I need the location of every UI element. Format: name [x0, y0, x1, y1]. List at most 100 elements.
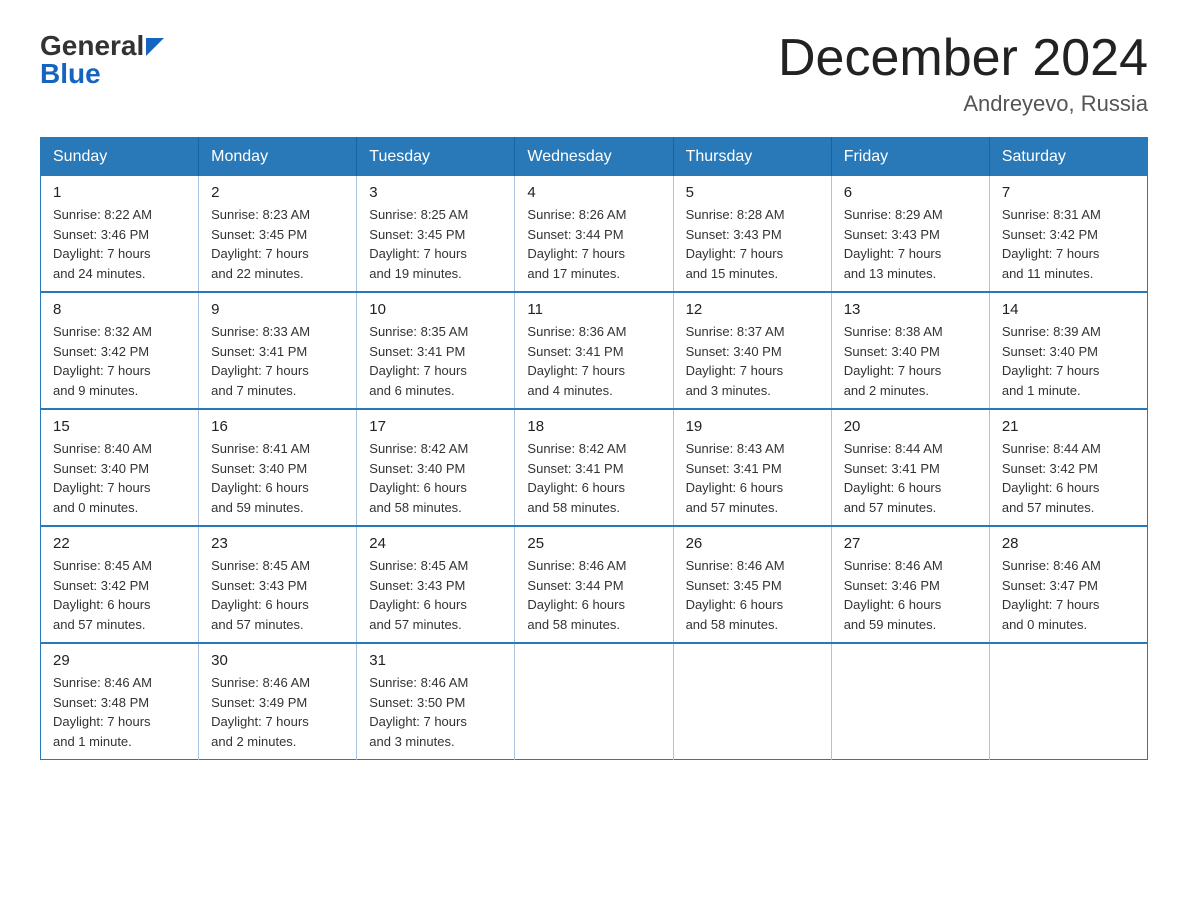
day-info: Sunrise: 8:33 AM Sunset: 3:41 PM Dayligh… [211, 322, 344, 400]
header-cell-monday: Monday [199, 138, 357, 177]
day-cell [673, 643, 831, 760]
logo-triangle-icon [146, 38, 164, 56]
day-info: Sunrise: 8:25 AM Sunset: 3:45 PM Dayligh… [369, 205, 502, 283]
day-cell: 29 Sunrise: 8:46 AM Sunset: 3:48 PM Dayli… [41, 643, 199, 760]
month-title: December 2024 [778, 30, 1148, 87]
day-info: Sunrise: 8:41 AM Sunset: 3:40 PM Dayligh… [211, 439, 344, 517]
day-number: 28 [1002, 535, 1135, 552]
day-cell: 14 Sunrise: 8:39 AM Sunset: 3:40 PM Dayli… [989, 292, 1147, 409]
week-row-3: 15 Sunrise: 8:40 AM Sunset: 3:40 PM Dayli… [41, 409, 1148, 526]
day-info: Sunrise: 8:22 AM Sunset: 3:46 PM Dayligh… [53, 205, 186, 283]
day-cell: 2Sunrise: 8:23 AM Sunset: 3:45 PM Daylig… [199, 176, 357, 292]
header-row: SundayMondayTuesdayWednesdayThursdayFrid… [41, 138, 1148, 177]
day-number: 16 [211, 418, 344, 435]
day-info: Sunrise: 8:46 AM Sunset: 3:47 PM Dayligh… [1002, 556, 1135, 634]
day-cell: 3 Sunrise: 8:25 AM Sunset: 3:45 PM Daylig… [357, 176, 515, 292]
day-cell [831, 643, 989, 760]
day-cell: 18 Sunrise: 8:42 AM Sunset: 3:41 PM Dayli… [515, 409, 673, 526]
day-number: 21 [1002, 418, 1135, 435]
day-cell: 20Sunrise: 8:44 AM Sunset: 3:41 PM Dayli… [831, 409, 989, 526]
week-row-2: 8 Sunrise: 8:32 AM Sunset: 3:42 PM Daylig… [41, 292, 1148, 409]
day-number: 17 [369, 418, 502, 435]
day-cell: 13Sunrise: 8:38 AM Sunset: 3:40 PM Dayli… [831, 292, 989, 409]
logo-blue-text: Blue [40, 58, 101, 90]
day-cell: 9 Sunrise: 8:33 AM Sunset: 3:41 PM Daylig… [199, 292, 357, 409]
day-number: 1 [53, 184, 186, 201]
day-info: Sunrise: 8:28 AM Sunset: 3:43 PM Dayligh… [686, 205, 819, 283]
day-number: 25 [527, 535, 660, 552]
day-info: Sunrise: 8:45 AM Sunset: 3:42 PM Dayligh… [53, 556, 186, 634]
day-cell: 10 Sunrise: 8:35 AM Sunset: 3:41 PM Dayli… [357, 292, 515, 409]
day-info: Sunrise: 8:44 AM Sunset: 3:42 PM Dayligh… [1002, 439, 1135, 517]
day-info: Sunrise: 8:23 AM Sunset: 3:45 PM Dayligh… [211, 205, 344, 283]
day-number: 14 [1002, 301, 1135, 318]
day-number: 7 [1002, 184, 1135, 201]
day-number: 8 [53, 301, 186, 318]
day-info: Sunrise: 8:42 AM Sunset: 3:41 PM Dayligh… [527, 439, 660, 517]
day-info: Sunrise: 8:31 AM Sunset: 3:42 PM Dayligh… [1002, 205, 1135, 283]
day-cell [515, 643, 673, 760]
day-info: Sunrise: 8:29 AM Sunset: 3:43 PM Dayligh… [844, 205, 977, 283]
day-number: 3 [369, 184, 502, 201]
day-number: 6 [844, 184, 977, 201]
day-number: 24 [369, 535, 502, 552]
day-number: 26 [686, 535, 819, 552]
day-cell: 15 Sunrise: 8:40 AM Sunset: 3:40 PM Dayli… [41, 409, 199, 526]
day-info: Sunrise: 8:44 AM Sunset: 3:41 PM Dayligh… [844, 439, 977, 517]
day-cell: 31Sunrise: 8:46 AM Sunset: 3:50 PM Dayli… [357, 643, 515, 760]
day-number: 9 [211, 301, 344, 318]
day-info: Sunrise: 8:46 AM Sunset: 3:49 PM Dayligh… [211, 673, 344, 751]
day-info: Sunrise: 8:45 AM Sunset: 3:43 PM Dayligh… [211, 556, 344, 634]
day-cell: 4 Sunrise: 8:26 AM Sunset: 3:44 PM Daylig… [515, 176, 673, 292]
day-cell [989, 643, 1147, 760]
day-cell: 11Sunrise: 8:36 AM Sunset: 3:41 PM Dayli… [515, 292, 673, 409]
location-label: Andreyevo, Russia [778, 91, 1148, 117]
day-info: Sunrise: 8:37 AM Sunset: 3:40 PM Dayligh… [686, 322, 819, 400]
day-number: 29 [53, 652, 186, 669]
day-cell: 17Sunrise: 8:42 AM Sunset: 3:40 PM Dayli… [357, 409, 515, 526]
day-number: 12 [686, 301, 819, 318]
header-cell-sunday: Sunday [41, 138, 199, 177]
day-info: Sunrise: 8:35 AM Sunset: 3:41 PM Dayligh… [369, 322, 502, 400]
day-cell: 19 Sunrise: 8:43 AM Sunset: 3:41 PM Dayli… [673, 409, 831, 526]
day-cell: 25 Sunrise: 8:46 AM Sunset: 3:44 PM Dayli… [515, 526, 673, 643]
day-number: 19 [686, 418, 819, 435]
day-number: 18 [527, 418, 660, 435]
day-number: 30 [211, 652, 344, 669]
day-info: Sunrise: 8:40 AM Sunset: 3:40 PM Dayligh… [53, 439, 186, 517]
day-info: Sunrise: 8:38 AM Sunset: 3:40 PM Dayligh… [844, 322, 977, 400]
day-cell: 5Sunrise: 8:28 AM Sunset: 3:43 PM Daylig… [673, 176, 831, 292]
day-number: 4 [527, 184, 660, 201]
day-cell: 21 Sunrise: 8:44 AM Sunset: 3:42 PM Dayli… [989, 409, 1147, 526]
calendar-table: SundayMondayTuesdayWednesdayThursdayFrid… [40, 137, 1148, 760]
day-info: Sunrise: 8:46 AM Sunset: 3:48 PM Dayligh… [53, 673, 186, 751]
day-cell: 12 Sunrise: 8:37 AM Sunset: 3:40 PM Dayli… [673, 292, 831, 409]
day-info: Sunrise: 8:45 AM Sunset: 3:43 PM Dayligh… [369, 556, 502, 634]
title-area: December 2024 Andreyevo, Russia [778, 30, 1148, 117]
day-number: 15 [53, 418, 186, 435]
day-cell: 28 Sunrise: 8:46 AM Sunset: 3:47 PM Dayli… [989, 526, 1147, 643]
day-number: 31 [369, 652, 502, 669]
day-cell: 7 Sunrise: 8:31 AM Sunset: 3:42 PM Daylig… [989, 176, 1147, 292]
header-cell-thursday: Thursday [673, 138, 831, 177]
day-info: Sunrise: 8:46 AM Sunset: 3:45 PM Dayligh… [686, 556, 819, 634]
day-info: Sunrise: 8:32 AM Sunset: 3:42 PM Dayligh… [53, 322, 186, 400]
day-cell: 1 Sunrise: 8:22 AM Sunset: 3:46 PM Daylig… [41, 176, 199, 292]
day-cell: 6 Sunrise: 8:29 AM Sunset: 3:43 PM Daylig… [831, 176, 989, 292]
day-info: Sunrise: 8:39 AM Sunset: 3:40 PM Dayligh… [1002, 322, 1135, 400]
day-cell: 24 Sunrise: 8:45 AM Sunset: 3:43 PM Dayli… [357, 526, 515, 643]
day-cell: 30 Sunrise: 8:46 AM Sunset: 3:49 PM Dayli… [199, 643, 357, 760]
day-info: Sunrise: 8:46 AM Sunset: 3:46 PM Dayligh… [844, 556, 977, 634]
day-number: 27 [844, 535, 977, 552]
day-cell: 27 Sunrise: 8:46 AM Sunset: 3:46 PM Dayli… [831, 526, 989, 643]
calendar-body: 1 Sunrise: 8:22 AM Sunset: 3:46 PM Daylig… [41, 176, 1148, 760]
week-row-1: 1 Sunrise: 8:22 AM Sunset: 3:46 PM Daylig… [41, 176, 1148, 292]
day-number: 11 [527, 301, 660, 318]
day-number: 10 [369, 301, 502, 318]
day-info: Sunrise: 8:26 AM Sunset: 3:44 PM Dayligh… [527, 205, 660, 283]
day-info: Sunrise: 8:43 AM Sunset: 3:41 PM Dayligh… [686, 439, 819, 517]
day-cell: 26 Sunrise: 8:46 AM Sunset: 3:45 PM Dayli… [673, 526, 831, 643]
calendar-header: SundayMondayTuesdayWednesdayThursdayFrid… [41, 138, 1148, 177]
day-info: Sunrise: 8:46 AM Sunset: 3:44 PM Dayligh… [527, 556, 660, 634]
day-cell: 16 Sunrise: 8:41 AM Sunset: 3:40 PM Dayli… [199, 409, 357, 526]
